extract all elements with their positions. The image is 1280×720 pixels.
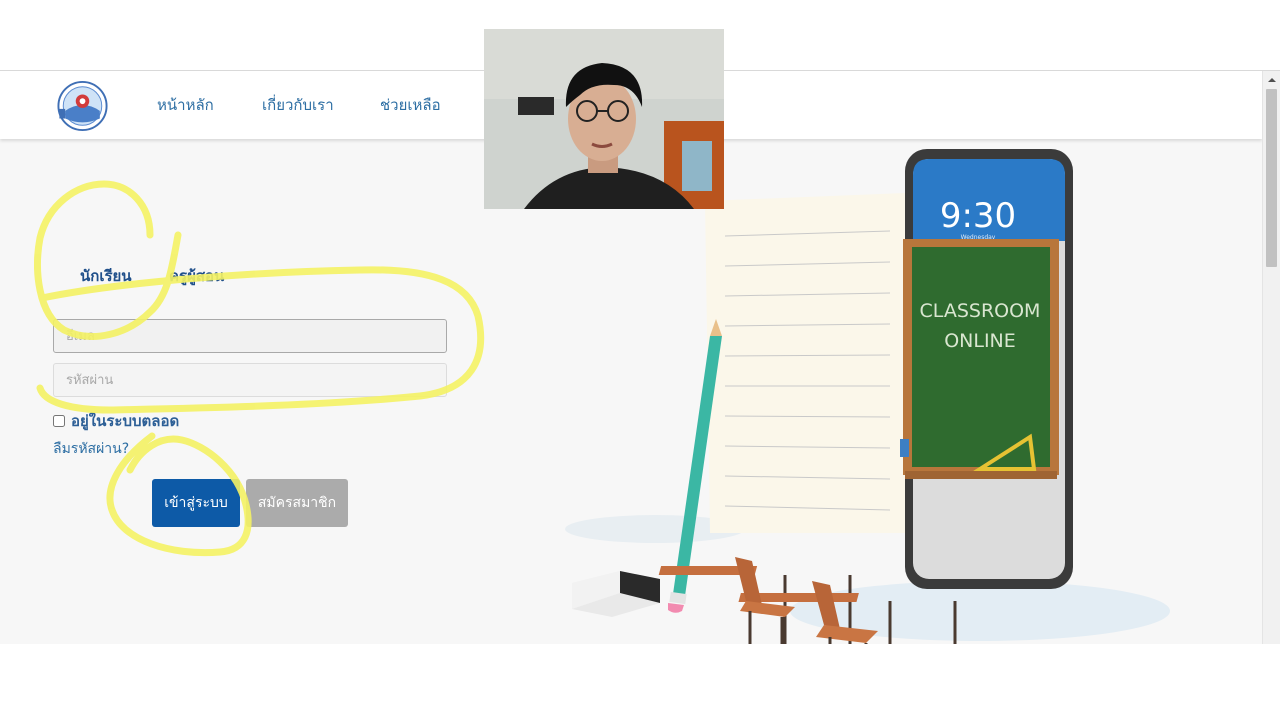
webcam-overlay	[484, 29, 724, 209]
forgot-password-link[interactable]: ลืมรหัสผ่าน?	[53, 438, 129, 460]
phone-time: 9:30	[940, 196, 1016, 236]
classroom-online-illustration: 9:30 Wednesday CLASSROOM ONLINE	[565, 149, 1170, 644]
board-text-line1: CLASSROOM	[920, 300, 1041, 322]
register-button[interactable]: สมัครสมาชิก	[246, 479, 348, 527]
nav-about-link[interactable]: เกี่ยวกับเรา	[262, 93, 334, 117]
bottom-blank-area	[0, 644, 1280, 720]
password-input[interactable]	[53, 363, 447, 397]
board-text-line2: ONLINE	[944, 330, 1016, 352]
email-input[interactable]	[53, 319, 447, 353]
tab-student[interactable]: นักเรียน	[80, 264, 132, 288]
scroll-up-arrow-icon[interactable]	[1263, 73, 1280, 87]
scrollbar-thumb[interactable]	[1266, 89, 1277, 267]
remember-me-checkbox[interactable]	[53, 415, 65, 427]
screen-frame: หน้าหลัก เกี่ยวกับเรา ช่วยเหลือ นักเรียน…	[0, 0, 1280, 720]
remember-me-label[interactable]: อยู่ในระบบตลอด	[71, 409, 179, 433]
page-scrollbar[interactable]	[1262, 71, 1280, 644]
nav-home-link[interactable]: หน้าหลัก	[157, 93, 214, 117]
remember-me-row: อยู่ในระบบตลอด	[53, 409, 179, 433]
nav-help-link[interactable]: ช่วยเหลือ	[380, 93, 441, 117]
login-button[interactable]: เข้าสู่ระบบ	[152, 479, 240, 527]
tab-teacher[interactable]: ครูผู้สอน	[169, 264, 224, 288]
school-logo[interactable]	[55, 80, 110, 132]
